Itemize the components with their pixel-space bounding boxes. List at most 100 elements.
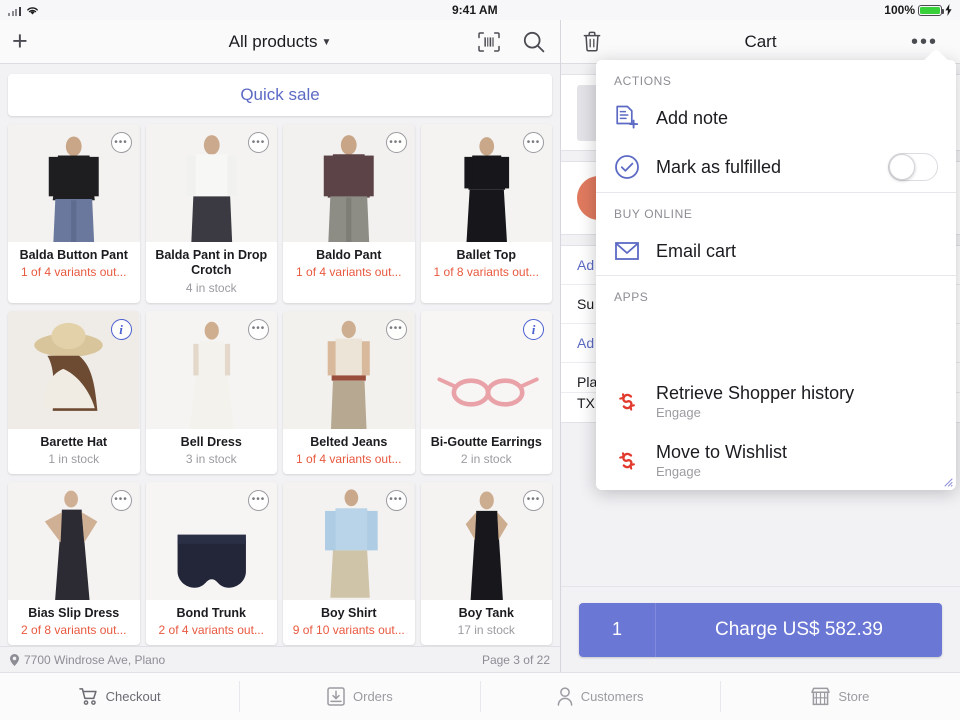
- charge-button[interactable]: 1 Charge US$ 582.39: [579, 602, 942, 657]
- more-options-icon[interactable]: •••: [248, 132, 269, 153]
- product-tile[interactable]: i Bi-Goutte Earrings 2 in stock: [420, 310, 552, 474]
- status-right: 100%: [884, 3, 952, 17]
- popover-menu-item[interactable]: Email cart: [596, 227, 956, 275]
- popover-menu-item[interactable]: Retrieve Shopper history Engage: [596, 372, 956, 431]
- product-meta: Boy Shirt 9 of 10 variants out...: [283, 600, 415, 645]
- status-time: 9:41 AM: [452, 3, 498, 17]
- product-tile[interactable]: ••• Boy Shirt 9 of 10 variants out...: [283, 481, 415, 645]
- tab-label: Orders: [353, 689, 393, 704]
- tab-label: Store: [838, 689, 870, 704]
- popover-menu-item[interactable]: Mark as fulfilled: [596, 142, 956, 192]
- product-meta: Baldo Pant 1 of 4 variants out...: [283, 242, 415, 287]
- product-stock: 2 of 4 variants out...: [158, 623, 264, 637]
- cellular-bars-icon: [8, 6, 21, 16]
- info-icon[interactable]: i: [523, 318, 544, 340]
- more-options-icon[interactable]: •••: [248, 489, 269, 511]
- product-image[interactable]: •••: [145, 124, 277, 242]
- cart-options-popover: ACTIONS Add note Mark as fulfilled BUY O…: [596, 60, 956, 490]
- chevron-down-icon: ▼: [321, 36, 332, 48]
- product-name: Balda Pant in Drop Crotch: [155, 248, 268, 278]
- product-tile[interactable]: ••• Bond Trunk 2 of 4 variants out...: [145, 481, 278, 645]
- product-meta: Barette Hat 1 in stock: [8, 429, 140, 474]
- more-options-icon[interactable]: •••: [385, 489, 407, 511]
- more-options-icon[interactable]: •••: [523, 132, 544, 153]
- product-image[interactable]: i: [8, 310, 140, 429]
- battery-percent-label: 100%: [884, 3, 915, 17]
- product-image[interactable]: •••: [145, 481, 277, 600]
- more-options-icon[interactable]: •••: [523, 489, 544, 511]
- orders-inbox-icon: [327, 687, 345, 706]
- product-tile[interactable]: ••• Ballet Top 1 of 8 variants out...: [420, 124, 552, 303]
- cart-title: Cart: [744, 31, 777, 51]
- charge-amount-label[interactable]: Charge US$ 582.39: [656, 602, 942, 657]
- product-name: Bi-Goutte Earrings: [430, 434, 542, 449]
- product-image[interactable]: •••: [283, 481, 415, 600]
- popover-menu-item[interactable]: Move to Wishlist Engage: [596, 431, 956, 490]
- product-image[interactable]: •••: [420, 481, 552, 600]
- more-options-icon[interactable]: •••: [110, 132, 132, 153]
- refresh-swirl-icon: [619, 451, 635, 470]
- products-filter-label: All products: [228, 31, 318, 51]
- product-tile[interactable]: ••• Bell Dress 3 in stock: [145, 310, 278, 474]
- product-stock: 1 of 4 variants out...: [296, 451, 402, 466]
- more-options-icon[interactable]: •••: [385, 318, 407, 340]
- popover-item-text: Add note: [656, 108, 728, 129]
- popover-item-label: Email cart: [656, 240, 737, 261]
- more-options-icon[interactable]: •••: [385, 132, 407, 153]
- product-image[interactable]: •••: [8, 481, 140, 600]
- search-icon[interactable]: [522, 30, 546, 54]
- popover-item-subtitle: Engage: [656, 405, 701, 420]
- product-image[interactable]: •••: [283, 124, 415, 242]
- product-tile[interactable]: ••• Balda Button Pant 1 of 4 variants ou…: [8, 124, 140, 303]
- product-meta: Bell Dress 3 in stock: [146, 429, 278, 474]
- tab-customers[interactable]: Customers: [481, 673, 720, 720]
- product-name: Bond Trunk: [176, 605, 246, 620]
- product-tile[interactable]: ••• Boy Tank 17 in stock: [420, 481, 553, 645]
- product-image[interactable]: •••: [283, 310, 415, 429]
- products-filter-title[interactable]: All products ▼: [0, 32, 560, 52]
- product-meta: Boy Tank 17 in stock: [421, 600, 553, 645]
- product-name: Boy Tank: [458, 605, 514, 620]
- product-meta: Bond Trunk 2 of 4 variants out...: [146, 600, 278, 645]
- tab-orders[interactable]: Orders: [240, 673, 479, 720]
- product-meta: Balda Button Pant 1 of 4 variants out...: [8, 242, 140, 287]
- product-image[interactable]: •••: [420, 124, 552, 242]
- product-tile[interactable]: ••• Belted Jeans 1 of 4 variants out...: [283, 310, 415, 474]
- charge-bar: 1 Charge US$ 582.39: [561, 586, 960, 672]
- popover-apps-spacer: [596, 310, 956, 372]
- product-tile[interactable]: ••• Bias Slip Dress 2 of 8 variants out.…: [8, 481, 140, 645]
- note-add-icon: [616, 105, 639, 129]
- product-tile[interactable]: i Barette Hat 1 in stock: [8, 310, 140, 474]
- page-indicator: Page 3 of 22: [481, 652, 550, 667]
- wifi-icon: [26, 6, 38, 15]
- popover-section-header: ACTIONS: [614, 74, 672, 88]
- barcode-scan-icon[interactable]: [478, 31, 500, 52]
- popover-section-header: APPS: [614, 290, 649, 304]
- product-tile[interactable]: ••• Baldo Pant 1 of 4 variants out...: [283, 124, 415, 303]
- more-options-icon[interactable]: •••: [248, 318, 269, 340]
- tab-label: Checkout: [105, 689, 161, 704]
- resize-grip-icon[interactable]: [943, 477, 953, 487]
- product-name: Ballet Top: [456, 248, 517, 262]
- popover-item-text: Mark as fulfilled: [656, 157, 781, 178]
- product-tile[interactable]: ••• Balda Pant in Drop Crotch 4 in stock: [145, 124, 277, 303]
- product-image[interactable]: •••: [145, 310, 277, 429]
- mark-as-fulfilled-toggle[interactable]: [888, 153, 938, 181]
- more-options-icon[interactable]: •••: [110, 489, 132, 511]
- popover-item-label: Retrieve Shopper history: [656, 383, 855, 403]
- info-icon[interactable]: i: [110, 318, 132, 340]
- product-image[interactable]: •••: [8, 124, 140, 242]
- charge-quantity[interactable]: 1: [579, 602, 656, 657]
- storefront-icon: [811, 687, 831, 706]
- product-image[interactable]: i: [420, 310, 552, 429]
- map-pin-icon: [10, 653, 19, 666]
- product-stock: 1 in stock: [48, 451, 100, 466]
- app-root: 9:41 AM 100% + All products ▼ Quick sale…: [0, 0, 960, 720]
- product-name: Baldo Pant: [316, 248, 382, 262]
- popover-menu-item[interactable]: Add note: [596, 94, 956, 142]
- tab-checkout[interactable]: Checkout: [0, 673, 239, 720]
- tab-store[interactable]: Store: [721, 673, 960, 720]
- product-grid: ••• Balda Button Pant 1 of 4 variants ou…: [0, 122, 560, 645]
- refresh-swirl-icon: [619, 392, 635, 411]
- quick-sale-button[interactable]: Quick sale: [8, 74, 552, 116]
